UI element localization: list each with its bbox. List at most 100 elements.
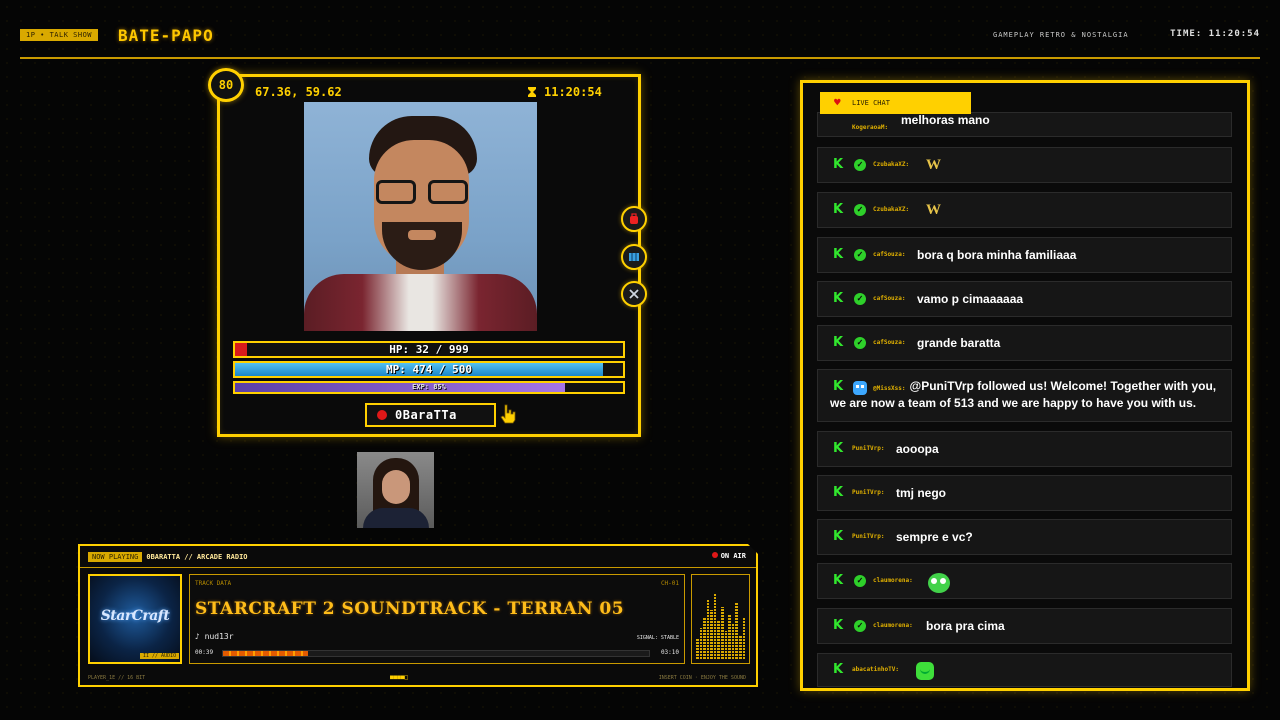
kick-icon: K <box>833 335 844 350</box>
visualizer-bar <box>710 610 713 659</box>
chat-text: @MissXss: @PuniTVrp followed us! Welcome!… <box>830 378 1221 412</box>
visualizer-bar <box>699 627 703 659</box>
chat-username[interactable]: CzubakaXZ: <box>873 205 909 215</box>
kick-icon: K <box>833 291 844 306</box>
bot-icon <box>853 381 867 395</box>
kick-icon: K <box>833 247 844 262</box>
coordinates-readout: 67.36, 59.62 <box>255 85 342 99</box>
chat-text: W <box>926 157 941 173</box>
chat-username[interactable]: KogeraoaM: <box>852 123 888 133</box>
backpack-icon <box>630 213 638 224</box>
chat-username[interactable]: PuniTVrp: <box>852 488 885 498</box>
verified-check-icon: ✓ <box>854 575 866 587</box>
exp-bar: EXP: 85% <box>233 381 625 394</box>
music-player: NOW PLAYING 0BARATTA // ARCADE RADIO ON A… <box>78 544 758 687</box>
visualizer-bar <box>706 599 710 659</box>
verified-check-icon: ✓ <box>854 620 866 632</box>
chat-tab-label: LIVE CHAT <box>852 99 890 107</box>
chat-message[interactable]: K PuniTVrp: sempre e vc? <box>817 519 1232 555</box>
kick-icon: K <box>833 485 844 500</box>
chat-username[interactable]: PuniTVrp: <box>852 444 885 454</box>
clock: TIME: 11:20:54 <box>1170 29 1260 39</box>
player-header: NOW PLAYING 0BARATTA // ARCADE RADIO <box>88 552 248 562</box>
verified-check-icon: ✓ <box>854 293 866 305</box>
visualizer-bar <box>703 617 706 659</box>
chat-message[interactable]: K abacatinhoTV: <box>817 653 1232 687</box>
chat-tab[interactable]: ♥ LIVE CHAT <box>820 92 971 114</box>
swords-button[interactable] <box>621 281 647 307</box>
chat-message[interactable]: @MissXss: @PuniTVrp followed us! Welcome!… <box>817 369 1232 422</box>
map-icon <box>629 253 639 261</box>
track-title: STARCRAFT 2 SOUNDTRACK - TERRAN 05 <box>195 599 625 619</box>
chat-message[interactable]: K ✓ cafSouza: vamo p cimaaaaaa <box>817 281 1232 317</box>
chat-message[interactable]: K ✓ cafSouza: grande baratta <box>817 325 1232 361</box>
chat-username[interactable]: claumorena: <box>873 621 913 631</box>
mp-label: MP: 474 / 500 <box>385 363 473 376</box>
visualizer-bar <box>717 620 721 659</box>
chat-text: bora pra cima <box>926 619 1005 633</box>
chat-message[interactable]: K PuniTVrp: tmj nego <box>817 475 1232 511</box>
track-panel: TRACK DATA CH-01 STARCRAFT 2 SOUNDTRACK … <box>189 574 685 664</box>
hp-bar: HP: 32 / 999 <box>233 341 625 358</box>
audio-visualizer <box>691 574 750 664</box>
backpack-button[interactable] <box>621 206 647 232</box>
chat-message[interactable]: K ✓ claumorena: bora pra cima <box>817 608 1232 644</box>
chat-text: sempre e vc? <box>896 530 973 544</box>
chat-text: W <box>926 202 941 218</box>
map-button[interactable] <box>621 244 647 270</box>
chat-message[interactable]: K PuniTVrp: aooopa <box>817 431 1232 467</box>
visualizer-bar <box>731 624 735 659</box>
chat-follow-text: @PuniTVrp followed us! Welcome! Together… <box>830 379 1217 410</box>
chat-message[interactable]: K ✓ CzubakaXZ: W <box>817 192 1232 228</box>
chat-emote <box>928 573 950 593</box>
card-clock: 11:20:54 <box>528 85 602 99</box>
kick-icon: K <box>833 573 844 588</box>
chat-message[interactable]: K ✓ claumorena: <box>817 563 1232 599</box>
chat-message[interactable]: KogeraoaM: melhoras mano <box>817 112 1232 137</box>
chat-username[interactable]: abacatinhoTV: <box>852 665 899 675</box>
chat-text: bora q bora minha familiaaa <box>917 248 1077 262</box>
chat-text: aooopa <box>896 442 939 456</box>
verified-check-icon: ✓ <box>854 204 866 216</box>
heart-icon: ♥ <box>834 96 841 109</box>
chat-username[interactable]: cafSouza: <box>873 250 906 260</box>
visualizer-bar <box>713 592 717 659</box>
chat-username[interactable]: claumorena: <box>873 576 913 586</box>
track-channel: CH-01 <box>660 580 679 587</box>
chat-username[interactable]: CzubakaXZ: <box>873 160 909 170</box>
track-data-label: TRACK DATA <box>195 580 232 587</box>
kick-icon: K <box>833 441 844 456</box>
brand-title: BATE-PAPO <box>118 26 214 45</box>
chat-text: tmj nego <box>896 486 946 500</box>
visualizer-bar <box>696 638 699 659</box>
show-subtitle: GAMEPLAY RETRO & NOSTALGIA <box>993 31 1129 39</box>
chat-username[interactable]: PuniTVrp: <box>852 532 885 542</box>
player-footer-dots: ■■■■□ <box>390 674 409 681</box>
station-name: 0BARATTA // ARCADE RADIO <box>146 553 248 561</box>
chat-message[interactable]: K ✓ CzubakaXZ: W <box>817 147 1232 183</box>
kick-icon: K <box>833 379 844 394</box>
player-footer-right: INSERT COIN · ENJOY THE SOUND <box>658 675 746 681</box>
player-name: 0BaraTTa <box>395 408 457 422</box>
cover-tag: II // AUDIO <box>140 653 180 659</box>
track-progress-fill <box>223 651 309 656</box>
album-cover: StarCraft II // AUDIO <box>88 574 182 664</box>
chat-username[interactable]: cafSouza: <box>873 294 906 304</box>
player-nameplate[interactable]: 0BaraTTa <box>365 403 496 427</box>
chat-username[interactable]: cafSouza: <box>873 338 906 348</box>
card-time-value: 11:20:54 <box>544 85 602 99</box>
total-time: 03:10 <box>660 649 679 656</box>
chat-message[interactable]: K ✓ cafSouza: bora q bora minha familiaa… <box>817 237 1232 273</box>
chat-text: melhoras mano <box>901 112 990 127</box>
level-badge: 80 <box>208 68 244 102</box>
track-progress-bar[interactable] <box>222 650 650 657</box>
webcam-feed <box>357 452 434 528</box>
chat-username[interactable]: @MissXss: <box>873 385 906 392</box>
on-air-label: ON AIR <box>720 552 746 560</box>
kick-icon: K <box>833 529 844 544</box>
elapsed-time: 00:39 <box>195 649 214 656</box>
visualizer-bar <box>742 617 746 659</box>
visualizer-bar <box>724 631 728 659</box>
player-footer-left: PLAYER_1E // 16 BIT <box>88 675 146 681</box>
player-divider <box>80 567 756 568</box>
